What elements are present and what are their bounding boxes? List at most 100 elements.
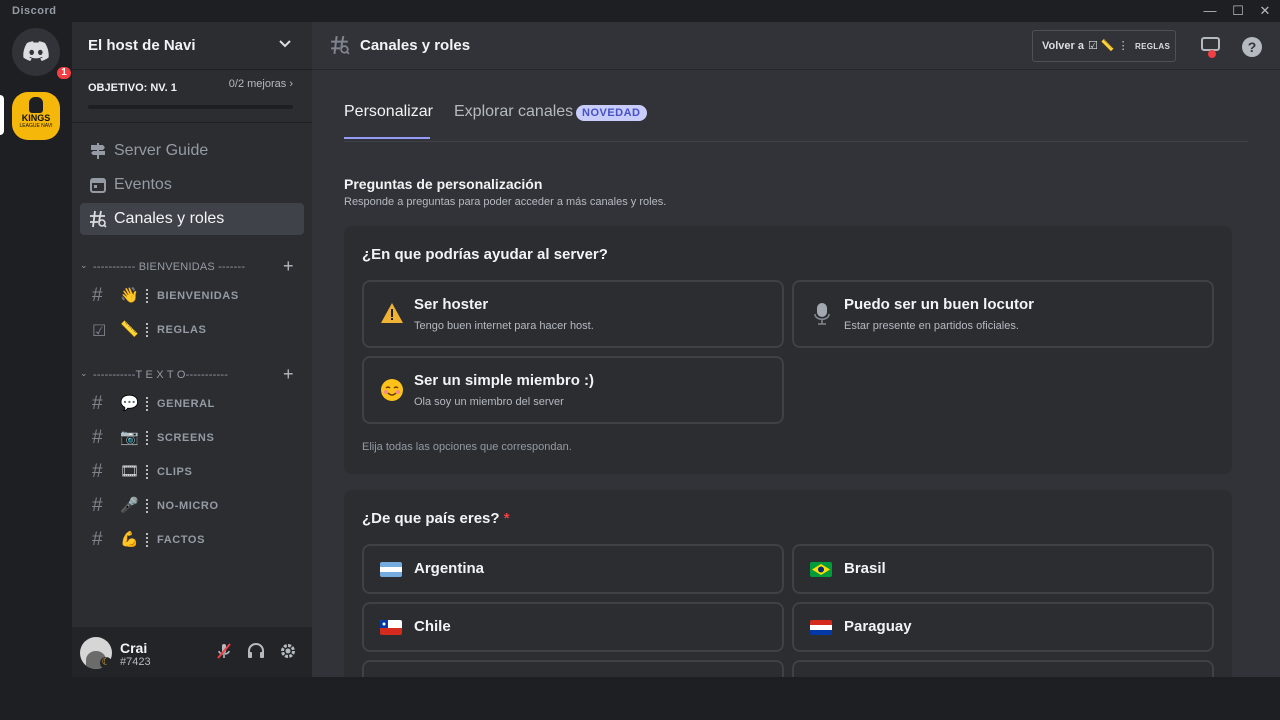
threads-channel-icon: #	[92, 393, 103, 414]
option-subtitle: Estar presente en partidos oficiales.	[844, 320, 1019, 332]
nav-label: Server Guide	[114, 142, 209, 159]
page-title: Canales y roles	[360, 37, 471, 54]
question-title: ¿De que país eres? *	[362, 510, 510, 527]
smiling-face-icon	[380, 378, 404, 402]
camera-emoji-icon: 📷	[120, 429, 139, 446]
back-to-channel-button[interactable]: Volver a ☑ 📏 ⋮ REGLAS	[1032, 30, 1176, 62]
deafen-button[interactable]	[245, 642, 267, 664]
notification-badge: 1	[54, 64, 74, 82]
option-title: Ser un simple miembro :)	[414, 372, 595, 389]
tab-explorar-canales[interactable]: Explorar canales	[454, 103, 573, 121]
channel-sidebar: El host de Navi OBJETIVO: NV. 1 0/2 mejo…	[72, 22, 312, 677]
option-paraguay[interactable]: Paraguay	[792, 602, 1214, 652]
question-panel-country: ¿De que país eres? * Argentina Brasil Ch…	[344, 490, 1232, 677]
option-label: Paraguay	[844, 618, 912, 635]
boost-goal[interactable]: OBJETIVO: NV. 1 0/2 mejoras ›	[88, 78, 293, 109]
wave-emoji-icon: 👋	[120, 287, 139, 304]
category-bienvenidas[interactable]: ⌄ ----------- BIENVENIDAS ------- +	[80, 256, 304, 276]
crown-icon	[29, 97, 43, 113]
option-subtitle: Tengo buen internet para hacer host.	[414, 320, 594, 332]
required-mark: *	[503, 510, 510, 527]
boost-goal-progress: 0/2 mejoras ›	[228, 78, 293, 90]
channels-roles-icon	[330, 35, 350, 60]
channel-bienvenidas[interactable]: # 👋 BIENVENIDAS	[80, 280, 304, 312]
section-subtitle: Responde a preguntas para poder acceder …	[344, 196, 667, 208]
text-channel-icon: #	[92, 529, 103, 550]
username[interactable]: Crai	[120, 640, 147, 656]
nav-server-guide[interactable]: Server Guide	[80, 135, 304, 167]
chevron-down-icon: ⌄	[80, 368, 88, 378]
gear-icon	[281, 644, 295, 658]
separator	[146, 465, 148, 479]
text-channel-icon: #	[92, 461, 103, 482]
option-ser-hoster[interactable]: Ser hoster Tengo buen internet para hace…	[362, 280, 784, 348]
separator	[146, 323, 148, 337]
option-country-partial[interactable]	[792, 660, 1214, 677]
mute-microphone-button[interactable]	[213, 642, 235, 664]
option-subtitle: Ola soy un miembro del server	[414, 396, 564, 408]
add-channel-button[interactable]: +	[283, 364, 294, 385]
server-icon-kings-league[interactable]: KINGS LEAGUE NAVI	[12, 92, 60, 140]
channel-name: REGLAS	[157, 324, 207, 336]
separator	[146, 533, 148, 547]
help-icon[interactable]: ?	[1242, 37, 1262, 57]
option-argentina[interactable]: Argentina	[362, 544, 784, 594]
channel-name: SCREENS	[157, 432, 215, 444]
nav-canales-y-roles[interactable]: Canales y roles	[80, 203, 304, 235]
header-bar: Canales y roles Volver a ☑ 📏 ⋮ REGLAS ?	[312, 22, 1280, 70]
text-channel-icon: #	[92, 285, 103, 306]
ruler-emoji-icon: 📏	[120, 321, 139, 338]
headphones-icon	[248, 642, 264, 658]
checkbox-ruler-emoji-icon: ☑ 📏 ⋮	[1088, 40, 1129, 52]
channel-name: FACTOS	[157, 534, 206, 546]
channel-reglas[interactable]: ☑ 📏 REGLAS	[80, 314, 304, 346]
option-country-partial[interactable]	[362, 660, 784, 677]
chevron-down-icon: ⌄	[80, 260, 88, 270]
nav-label: Canales y roles	[114, 210, 225, 227]
channel-screens[interactable]: # 📷 SCREENS	[80, 422, 304, 454]
option-brasil[interactable]: Brasil	[792, 544, 1214, 594]
user-tag: #7423	[120, 656, 151, 668]
film-emoji-icon: 🎞	[120, 463, 140, 480]
selected-server-pill	[0, 95, 4, 135]
discord-logo-icon	[23, 41, 49, 61]
title-bar: Discord — ☐ ✕	[0, 0, 1280, 22]
nav-label: Eventos	[114, 176, 172, 193]
option-locutor[interactable]: Puedo ser un buen locutor Estar presente…	[792, 280, 1214, 348]
microphone-emoji-icon: 🎤	[120, 497, 139, 514]
user-settings-button[interactable]	[277, 642, 299, 664]
separator	[146, 289, 148, 303]
microphone-muted-icon	[217, 643, 231, 659]
option-label: Brasil	[844, 560, 886, 577]
channel-name: NO-MICRO	[157, 500, 219, 512]
channel-factos[interactable]: # 💪 FACTOS	[80, 524, 304, 556]
close-button[interactable]: ✕	[1249, 2, 1280, 20]
back-label: Volver a	[1042, 40, 1084, 52]
server-header[interactable]: El host de Navi	[72, 22, 312, 70]
server-list: 1 KINGS LEAGUE NAVI	[0, 22, 74, 720]
channel-name: BIENVENIDAS	[157, 290, 239, 302]
add-channel-button[interactable]: +	[283, 256, 294, 277]
option-chile[interactable]: Chile	[362, 602, 784, 652]
text-channel-icon: #	[92, 427, 103, 448]
main-content: Canales y roles Volver a ☑ 📏 ⋮ REGLAS ? …	[312, 22, 1280, 677]
server-name: El host de Navi	[88, 37, 196, 54]
channels-roles-icon	[89, 210, 107, 228]
calendar-icon	[89, 176, 107, 194]
home-button[interactable]: 1	[12, 28, 74, 82]
option-simple-miembro[interactable]: Ser un simple miembro :) Ola soy un miem…	[362, 356, 784, 424]
question-panel-help: ¿En que podrías ayudar al server? Ser ho…	[344, 226, 1232, 474]
channel-no-micro[interactable]: # 🎤 NO-MICRO	[80, 490, 304, 522]
text-channel-icon: #	[92, 495, 103, 516]
back-channel-name: REGLAS	[1135, 42, 1171, 51]
option-title: Puedo ser un buen locutor	[844, 296, 1035, 313]
channel-clips[interactable]: # 🎞 CLIPS	[80, 456, 304, 488]
boost-goal-label: OBJETIVO: NV. 1	[88, 82, 177, 94]
server-icon-text: KINGS	[21, 113, 51, 123]
paraguay-flag-icon	[810, 620, 832, 635]
tab-personalizar[interactable]: Personalizar	[344, 103, 433, 121]
category-texto[interactable]: ⌄ -----------T E X T O----------- +	[80, 364, 304, 384]
question-hint: Elija todas las opciones que corresponda…	[362, 441, 572, 453]
nav-eventos[interactable]: Eventos	[80, 169, 304, 201]
channel-general[interactable]: # 💬 GENERAL	[80, 388, 304, 420]
